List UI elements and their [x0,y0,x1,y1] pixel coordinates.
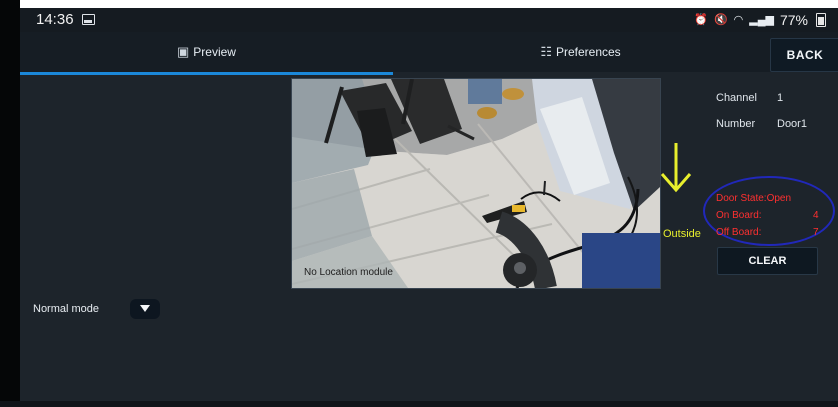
outside-label: Outside [663,228,701,240]
tab-label-preferences: Preferences [555,45,621,59]
mode-label: Normal mode [33,303,100,315]
status-time: 14:36 [36,11,74,28]
mute-icon: 🔇 [713,14,728,26]
active-tab-indicator [20,72,393,75]
number-label: Number [716,118,756,130]
back-button[interactable]: BACK [770,38,838,72]
alarm-icon: ⏰ [694,14,708,26]
status-icons: ⏰ 🔇 ◠ ▂▄▆ 77% [694,11,826,29]
preferences-icon: ☷ [540,44,552,59]
battery-percentage: 77% [779,12,808,28]
tab-preview[interactable]: ▣ Preview [20,32,393,72]
channel-value: 1 [777,92,784,104]
app-screen: ▣ Preview ☷ Preferences BACK No Location… [20,32,838,401]
tab-label-preview: Preview [193,45,236,59]
camera-preview: No Location module [291,78,661,289]
device-bezel [0,0,20,407]
mode-dropdown[interactable] [130,299,160,319]
clear-button[interactable]: CLEAR [717,247,818,275]
chevron-down-icon [140,305,150,312]
top-tab-bar: ▣ Preview ☷ Preferences BACK [20,32,838,72]
off-board-value: 7 [813,227,819,238]
channel-label: Channel [716,92,757,104]
battery-icon [816,13,826,27]
signal-icon: ▂▄▆ [749,14,774,26]
on-board-label: On Board: [716,210,762,221]
off-board-label: Off Board: [716,227,762,238]
tab-preferences[interactable]: ☷ Preferences [393,32,768,72]
wifi-icon: ◠ [733,14,744,26]
camera-overlay-text: No Location module [304,267,393,278]
number-value: Door1 [777,118,807,130]
device-top-edge [0,0,838,8]
image-icon [82,14,95,25]
bottom-edge [0,401,838,407]
status-bar: 14:36 ⏰ 🔇 ◠ ▂▄▆ 77% [20,8,838,32]
preview-icon: ▣ [177,44,190,59]
down-arrow-icon [660,143,692,193]
camera-feed-image: No Location module [292,79,660,288]
door-state-text: Door State:Open [716,193,792,204]
on-board-value: 4 [813,210,819,221]
